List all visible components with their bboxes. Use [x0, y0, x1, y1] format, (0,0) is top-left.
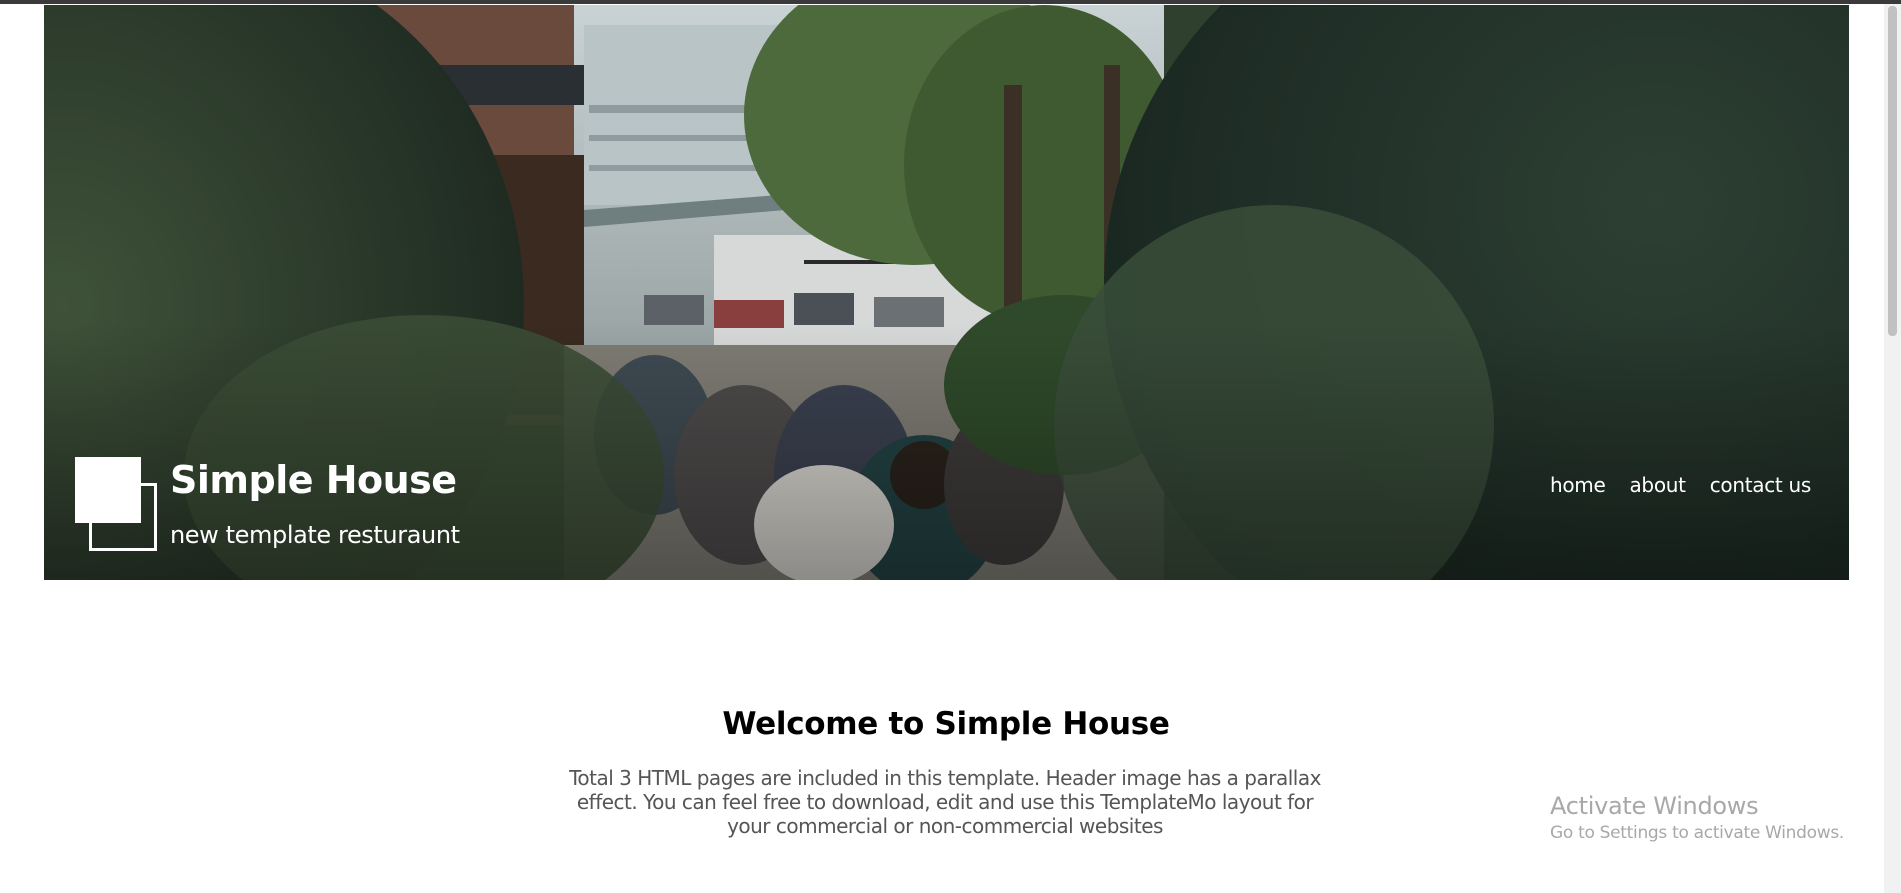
page-scrollbar[interactable] [1884, 4, 1901, 893]
logo-front-square [75, 457, 141, 523]
activate-windows-title: Activate Windows [1550, 792, 1759, 820]
nav-link-about[interactable]: about [1629, 471, 1686, 499]
site-title[interactable]: Simple House [170, 457, 457, 503]
scrollbar-thumb[interactable] [1888, 6, 1897, 336]
activate-windows-subtitle: Go to Settings to activate Windows. [1550, 823, 1844, 843]
browser-top-strip [0, 0, 1901, 4]
logo-icon[interactable] [75, 457, 163, 557]
site-subtitle: new template resturaunt [170, 521, 460, 549]
activate-windows-watermark: Activate Windows Go to Settings to activ… [1550, 790, 1844, 844]
welcome-text: Total 3 HTML pages are included in this … [569, 766, 1321, 838]
main-nav: home about contact us [1550, 471, 1811, 499]
nav-link-home[interactable]: home [1550, 471, 1606, 499]
hero-header: Simple House new template resturaunt hom… [44, 5, 1849, 580]
welcome-title: Welcome to Simple House [722, 706, 1170, 742]
nav-link-contact-us[interactable]: contact us [1710, 471, 1812, 499]
